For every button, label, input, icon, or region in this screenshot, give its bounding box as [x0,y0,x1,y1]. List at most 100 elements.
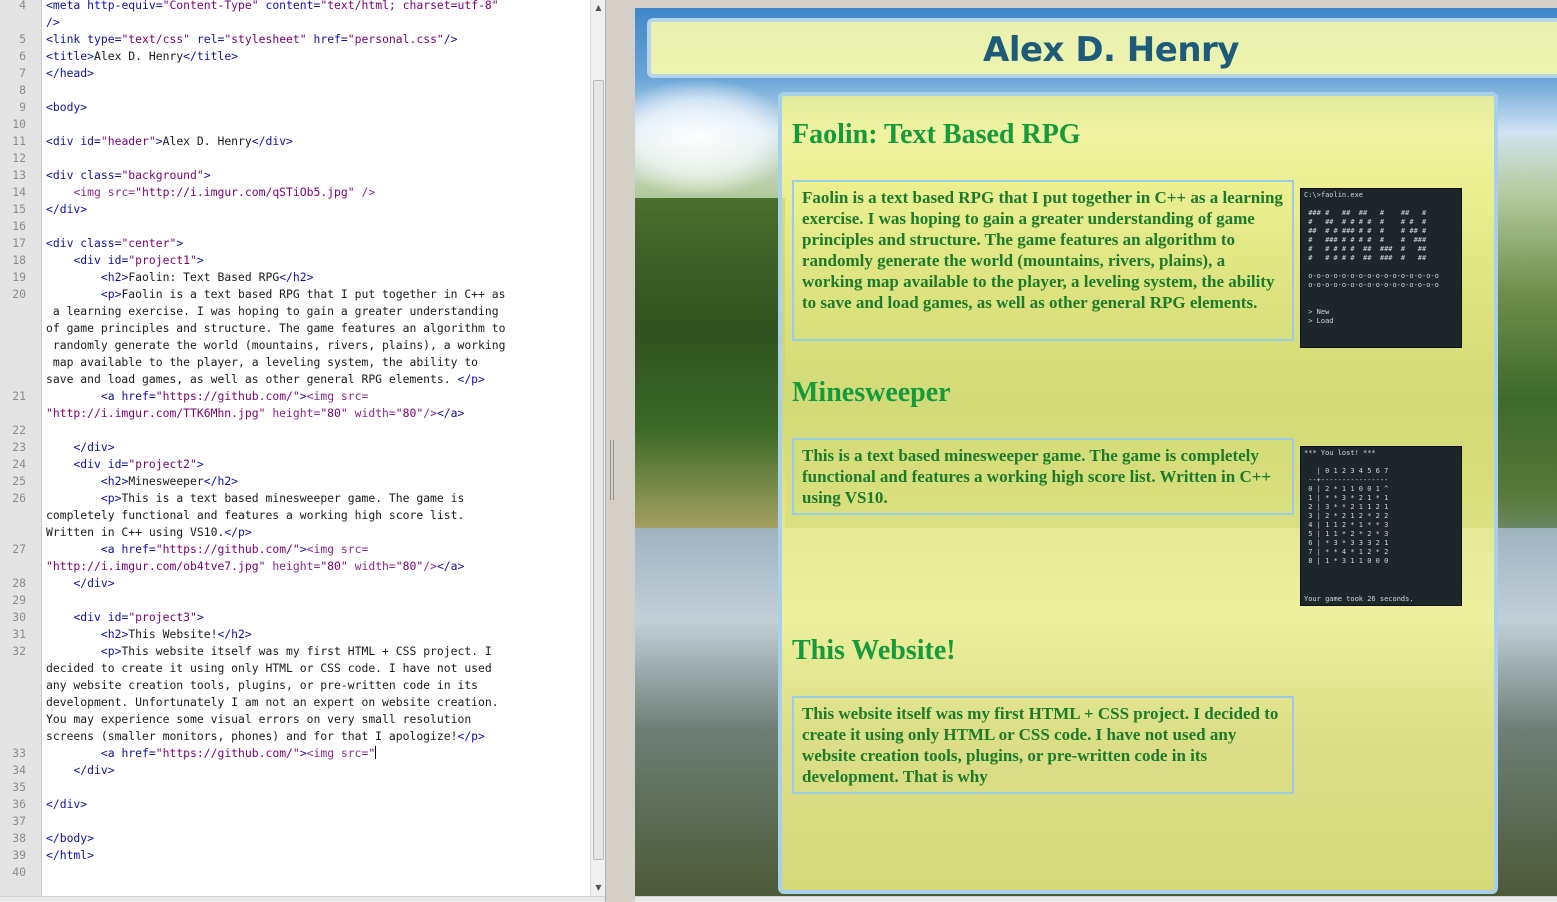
code-line[interactable]: 20 <p>Faolin is a text based RPG that I … [0,286,590,303]
line-text[interactable]: <a href="https://github.com/"><img src= [46,388,368,405]
code-line[interactable]: 21 <a href="https://github.com/"><img sr… [0,388,590,405]
line-text[interactable]: <div id="header">Alex D. Henry</div> [46,133,293,150]
line-text[interactable]: </div> [46,575,114,592]
line-text[interactable]: <h2>Faolin: Text Based RPG</h2> [46,269,314,286]
line-text[interactable]: randomly generate the world (mountains, … [46,337,506,354]
code-line[interactable]: 5 <link type="text/css" rel="stylesheet" … [0,31,590,48]
code-line[interactable]: 39 </html> [0,847,590,864]
scroll-down-arrow-icon[interactable]: ▼ [591,880,605,896]
line-text[interactable]: </div> [46,762,114,779]
code-line[interactable]: 19 <h2>Faolin: Text Based RPG</h2> [0,269,590,286]
code-line[interactable]: 36 </div> [0,796,590,813]
code-line[interactable]: "http://i.imgur.com/ob4tve7.jpg" height=… [0,558,590,575]
code-line[interactable]: map available to the player, a leveling … [0,354,590,371]
line-text[interactable]: <div id="project1"> [46,252,203,269]
line-text[interactable]: </div> [46,439,114,456]
code-line[interactable]: 9 <body> [0,99,590,116]
code-line[interactable]: 31 <h2>This Website!</h2> [0,626,590,643]
preview-horizontal-scrollbar[interactable] [635,896,1557,902]
code-line[interactable]: 4 <meta http-equiv="Content-Type" content… [0,0,590,14]
line-text[interactable]: </body> [46,830,94,847]
scroll-up-arrow-icon[interactable]: ▲ [591,0,605,16]
line-text[interactable]: <p>This is a text based minesweeper game… [46,490,464,507]
line-text[interactable]: You may experience some visual errors on… [46,711,471,728]
line-text[interactable]: completely functional and features a wor… [46,507,464,524]
code-line[interactable]: Written in C++ using VS10.</p> [0,524,590,541]
editor-horizontal-scrollbar[interactable] [0,896,605,902]
code-line[interactable]: 30 <div id="project3"> [0,609,590,626]
code-line[interactable]: "http://i.imgur.com/TTK6Mhn.jpg" height=… [0,405,590,422]
code-line[interactable]: 8 [0,82,590,99]
code-line[interactable]: 40 [0,864,590,881]
line-text[interactable]: save and load games, as well as other ge… [46,371,485,388]
line-text[interactable]: <div class="center"> [46,235,183,252]
code-line[interactable]: 27 <a href="https://github.com/"><img sr… [0,541,590,558]
code-editor[interactable]: 4 <meta http-equiv="Content-Type" content… [0,0,605,902]
code-line[interactable]: 29 [0,592,590,609]
line-text[interactable]: of game principles and structure. The ga… [46,320,505,337]
line-text[interactable]: screens (smaller monitors, phones) and f… [46,728,485,745]
code-line[interactable]: 38 </body> [0,830,590,847]
code-line[interactable]: decided to create it using only HTML or … [0,660,590,677]
line-text[interactable]: <div id="project3"> [46,609,203,626]
code-line[interactable]: 10 [0,116,590,133]
line-text[interactable]: <a href="https://github.com/"><img src= [46,541,368,558]
code-line[interactable]: 37 [0,813,590,830]
pane-splitter[interactable] [605,0,635,902]
minesweeper-screenshot-link[interactable]: *** You lost! *** | 0 1 2 3 4 5 6 7 --+-… [1300,446,1462,606]
line-text[interactable]: /> [46,14,60,31]
code-line[interactable]: 25 <h2>Minesweeper</h2> [0,473,590,490]
line-text[interactable]: </div> [46,201,87,218]
code-line[interactable]: 28 </div> [0,575,590,592]
code-line[interactable]: 24 <div id="project2"> [0,456,590,473]
line-text[interactable]: <h2>This Website!</h2> [46,626,252,643]
code-line[interactable]: 18 <div id="project1"> [0,252,590,269]
code-line[interactable]: completely functional and features a wor… [0,507,590,524]
code-line[interactable]: 7 </head> [0,65,590,82]
line-text[interactable]: map available to the player, a leveling … [46,354,478,371]
code-line[interactable]: 35 [0,779,590,796]
code-line[interactable]: of game principles and structure. The ga… [0,320,590,337]
line-text[interactable]: "http://i.imgur.com/TTK6Mhn.jpg" height=… [46,405,464,422]
line-text[interactable]: "http://i.imgur.com/ob4tve7.jpg" height=… [46,558,464,575]
line-text[interactable]: </html> [46,847,94,864]
code-line[interactable]: 26 <p>This is a text based minesweeper g… [0,490,590,507]
line-text[interactable]: <title>Alex D. Henry</title> [46,48,238,65]
line-text[interactable]: a learning exercise. I was hoping to gai… [46,303,499,320]
line-text[interactable]: any website creation tools, plugins, or … [46,677,478,694]
code-line[interactable]: 32 <p>This website itself was my first H… [0,643,590,660]
editor-vertical-scrollbar[interactable]: ▲ ▼ [590,0,605,898]
code-line[interactable]: screens (smaller monitors, phones) and f… [0,728,590,745]
line-text[interactable]: </head> [46,65,94,82]
code-line[interactable]: 15 </div> [0,201,590,218]
code-line[interactable]: randomly generate the world (mountains, … [0,337,590,354]
line-text[interactable]: <meta http-equiv="Content-Type" content=… [46,0,499,14]
code-line[interactable]: 14 <img src="http://i.imgur.com/qSTiOb5.… [0,184,590,201]
line-text[interactable]: <p>Faolin is a text based RPG that I put… [46,286,506,303]
line-text[interactable]: <body> [46,99,87,116]
line-text[interactable]: <div id="project2"> [46,456,203,473]
code-line[interactable]: 11 <div id="header">Alex D. Henry</div> [0,133,590,150]
code-line[interactable]: 33 <a href="https://github.com/"><img sr… [0,745,590,762]
line-text[interactable]: <img src="http://i.imgur.com/qSTiOb5.jpg… [46,184,375,201]
code-line[interactable]: 13 <div class="background"> [0,167,590,184]
code-line[interactable]: /> [0,14,590,31]
line-text[interactable]: decided to create it using only HTML or … [46,660,492,677]
code-line[interactable]: 17 <div class="center"> [0,235,590,252]
code-line[interactable]: 34 </div> [0,762,590,779]
code-line[interactable]: 16 [0,218,590,235]
code-line[interactable]: 22 [0,422,590,439]
code-line[interactable]: a learning exercise. I was hoping to gai… [0,303,590,320]
line-text[interactable]: <div class="background"> [46,167,211,184]
scrollbar-thumb[interactable] [593,80,604,860]
splitter-grip-icon[interactable] [610,440,614,500]
code-line[interactable]: development. Unfortunately I am not an e… [0,694,590,711]
code-line[interactable]: You may experience some visual errors on… [0,711,590,728]
line-text[interactable]: <link type="text/css" rel="stylesheet" h… [46,31,458,48]
line-text[interactable]: </div> [46,796,87,813]
line-text[interactable]: <h2>Minesweeper</h2> [46,473,238,490]
code-line[interactable]: 6 <title>Alex D. Henry</title> [0,48,590,65]
code-line[interactable]: save and load games, as well as other ge… [0,371,590,388]
line-text[interactable]: development. Unfortunately I am not an e… [46,694,499,711]
line-text[interactable]: Written in C++ using VS10.</p> [46,524,252,541]
